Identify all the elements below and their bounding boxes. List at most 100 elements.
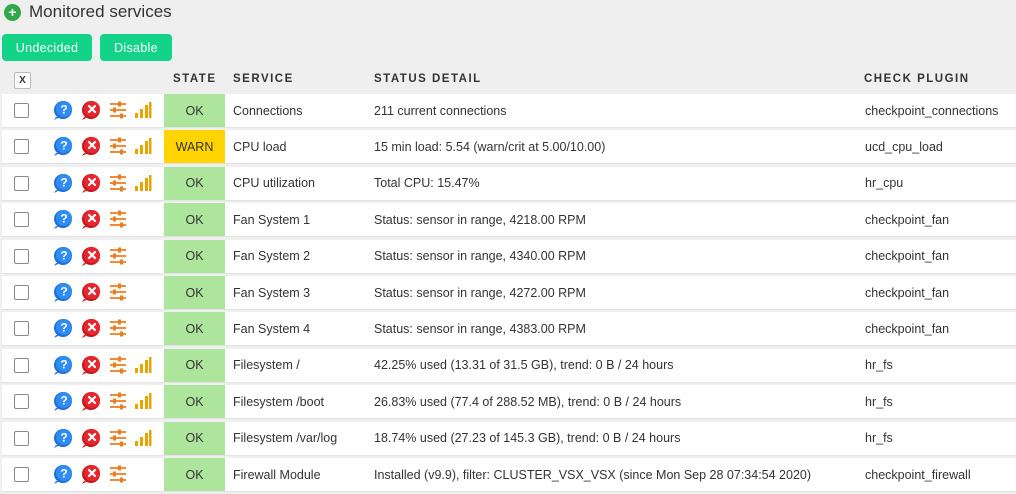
check-plugin: hr_fs (865, 358, 893, 373)
check-plugin: checkpoint_fan (865, 249, 950, 264)
row-actions: ? (52, 136, 158, 157)
parameters-icon[interactable] (108, 210, 128, 228)
row-actions: ? (52, 246, 134, 266)
graph-icon[interactable] (134, 429, 152, 447)
service-name: Filesystem /var/log (233, 431, 338, 446)
status-detail: 15 min load: 5.54 (warn/crit at 5.00/10.… (374, 139, 606, 154)
check-plugin: checkpoint_fan (865, 285, 950, 300)
help-icon[interactable]: ? (52, 136, 74, 157)
row-checkbox[interactable] (14, 357, 29, 373)
row-checkbox[interactable] (14, 394, 29, 410)
status-detail: Total CPU: 15.47% (374, 176, 480, 191)
page-title: Monitored services (29, 2, 172, 21)
table-row: ? OK Filesystem /boot 26.83% used (77.4 of … (2, 385, 1016, 420)
svg-text:?: ? (60, 394, 67, 408)
remove-icon[interactable] (80, 209, 102, 230)
table-row: ? OK Filesystem / 42.25% used (13.31 of 31.… (2, 348, 1016, 383)
status-detail: Status: sensor in range, 4218.00 RPM (374, 212, 586, 227)
remove-icon[interactable] (80, 282, 102, 302)
status-detail: Status: sensor in range, 4383.00 RPM (374, 321, 586, 336)
parameters-icon[interactable] (108, 137, 128, 155)
column-header-state[interactable]: STATE (173, 66, 217, 92)
remove-icon[interactable] (80, 246, 102, 266)
help-icon[interactable]: ? (52, 209, 74, 230)
table-row: ? OK Fan System 1 Status: sensor in range, … (2, 203, 1016, 238)
svg-text:?: ? (60, 467, 67, 481)
service-name: CPU load (233, 139, 287, 154)
row-actions: ? (52, 428, 158, 448)
undecided-button[interactable]: Undecided (2, 34, 92, 61)
check-plugin: checkpoint_connections (865, 103, 999, 118)
graph-icon[interactable] (134, 356, 152, 374)
check-plugin: hr_fs (865, 394, 893, 409)
remove-icon[interactable] (80, 100, 102, 120)
parameters-icon[interactable] (108, 283, 128, 301)
help-icon[interactable]: ? (52, 391, 74, 412)
service-name: Filesystem /boot (233, 394, 325, 409)
row-checkbox[interactable] (14, 285, 29, 300)
parameters-icon[interactable] (108, 101, 128, 119)
state-badge: OK (164, 239, 225, 273)
table-row: ? OK Fan System 4 Status: sensor in range, … (2, 312, 1016, 347)
remove-icon[interactable] (80, 464, 102, 484)
check-plugin: checkpoint_fan (865, 321, 950, 336)
check-plugin: checkpoint_fan (865, 212, 950, 227)
row-actions: ? (52, 282, 134, 302)
help-icon[interactable]: ? (52, 246, 74, 266)
parameters-icon[interactable] (108, 356, 128, 374)
row-checkbox[interactable] (14, 139, 29, 155)
row-checkbox[interactable] (14, 467, 29, 482)
service-name: CPU utilization (233, 176, 315, 191)
remove-icon[interactable] (80, 355, 102, 375)
parameters-icon[interactable] (108, 392, 128, 410)
svg-text:?: ? (60, 321, 67, 335)
parameters-icon[interactable] (108, 174, 128, 192)
row-checkbox[interactable] (14, 248, 29, 264)
remove-icon[interactable] (80, 318, 102, 339)
help-icon[interactable]: ? (52, 282, 74, 302)
status-detail: 211 current connections (374, 103, 507, 118)
state-badge: OK (164, 203, 225, 237)
remove-icon[interactable] (80, 173, 102, 193)
help-icon[interactable]: ? (52, 318, 74, 339)
state-badge: OK (164, 421, 225, 455)
plus-icon[interactable]: + (4, 3, 21, 21)
column-header-service[interactable]: SERVICE (233, 66, 294, 92)
svg-text:?: ? (60, 175, 67, 189)
table-row: ? OK Connections 211 current connections che… (2, 94, 1016, 128)
state-badge: WARN (164, 130, 225, 164)
disable-button[interactable]: Disable (100, 34, 172, 61)
remove-icon[interactable] (80, 428, 102, 448)
help-icon[interactable]: ? (52, 464, 74, 484)
remove-icon[interactable] (80, 136, 102, 157)
help-icon[interactable]: ? (52, 100, 74, 120)
graph-icon[interactable] (134, 137, 152, 155)
help-icon[interactable]: ? (52, 355, 74, 375)
parameters-icon[interactable] (108, 247, 128, 265)
row-actions: ? (52, 318, 134, 339)
row-checkbox[interactable] (14, 212, 29, 228)
column-header-check-plugin[interactable]: CHECK PLUGIN (864, 66, 970, 92)
graph-icon[interactable] (134, 101, 152, 119)
graph-icon[interactable] (134, 174, 152, 192)
help-icon[interactable]: ? (52, 173, 74, 193)
row-actions: ? (52, 355, 158, 375)
remove-icon[interactable] (80, 391, 102, 412)
status-detail: 42.25% used (13.31 of 31.5 GB), trend: 0… (374, 358, 674, 373)
svg-text:?: ? (60, 212, 67, 226)
graph-icon[interactable] (134, 392, 152, 410)
help-icon[interactable]: ? (52, 428, 74, 448)
parameters-icon[interactable] (108, 465, 128, 483)
row-checkbox[interactable] (14, 321, 29, 337)
row-checkbox[interactable] (14, 430, 29, 446)
check-plugin: checkpoint_firewall (865, 467, 971, 482)
row-checkbox[interactable] (14, 103, 29, 118)
parameters-icon[interactable] (108, 319, 128, 337)
service-name: Fan System 4 (233, 321, 311, 336)
service-name: Connections (233, 103, 303, 118)
row-actions: ? (52, 464, 134, 484)
row-checkbox[interactable] (14, 175, 29, 191)
parameters-icon[interactable] (108, 429, 128, 447)
column-header-status-detail[interactable]: STATUS DETAIL (374, 66, 482, 92)
toggle-all-checkbox[interactable]: X (14, 72, 31, 89)
